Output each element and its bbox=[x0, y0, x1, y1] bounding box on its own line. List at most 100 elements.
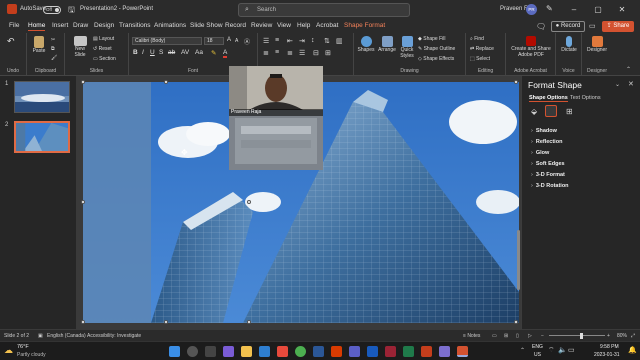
tab-view[interactable]: View bbox=[277, 22, 291, 29]
effects-icon[interactable] bbox=[545, 105, 557, 117]
store-icon[interactable] bbox=[277, 346, 288, 357]
tab-text-options[interactable]: Text Options bbox=[570, 95, 601, 101]
resize-handle[interactable] bbox=[81, 80, 85, 84]
zoom-level[interactable]: 80% bbox=[617, 333, 627, 339]
copy-icon[interactable]: ⧉ bbox=[51, 46, 55, 52]
chat-icon[interactable] bbox=[223, 346, 234, 357]
section-3d-format[interactable]: › 3-D Format bbox=[531, 172, 565, 178]
app-icon[interactable] bbox=[439, 346, 450, 357]
resize-handle[interactable] bbox=[81, 320, 85, 324]
app-icon[interactable] bbox=[331, 346, 342, 357]
clock-date[interactable]: 2023-01-31 bbox=[594, 352, 620, 358]
resize-handle[interactable] bbox=[514, 320, 518, 324]
text-direction-icon[interactable]: ⇅ bbox=[324, 37, 330, 45]
search-taskbar-icon[interactable] bbox=[187, 346, 198, 357]
powerpoint-taskbar-icon[interactable] bbox=[457, 346, 468, 357]
slide-thumbnail-1[interactable] bbox=[14, 81, 70, 113]
zoom-in-icon[interactable]: + bbox=[607, 333, 610, 339]
justify-icon[interactable]: ☰ bbox=[299, 49, 305, 57]
lang-region[interactable]: US bbox=[534, 352, 541, 358]
lang-indicator[interactable]: ENG bbox=[532, 344, 543, 350]
highlight-icon[interactable]: ✎ bbox=[211, 49, 216, 57]
size-properties-icon[interactable]: ⊞ bbox=[566, 107, 573, 116]
record-button[interactable]: ● Record bbox=[551, 21, 585, 32]
reading-view-icon[interactable]: ▯ bbox=[516, 333, 519, 339]
word-icon[interactable] bbox=[367, 346, 378, 357]
collapse-ribbon-icon[interactable]: ⌃ bbox=[626, 66, 631, 73]
shape-effects-button[interactable]: ◇ Shape Effects bbox=[418, 56, 454, 62]
resize-handle[interactable] bbox=[81, 200, 85, 204]
designer-button[interactable]: Designer bbox=[584, 36, 610, 53]
italic-icon[interactable]: I bbox=[142, 49, 144, 56]
zoom-out-icon[interactable]: − bbox=[541, 333, 544, 339]
underline-icon[interactable]: U bbox=[150, 49, 155, 56]
shrink-font-icon[interactable]: A bbox=[235, 38, 238, 44]
arrange-button[interactable]: Arrange bbox=[376, 36, 398, 53]
quick-styles-button[interactable]: Quick Styles bbox=[398, 36, 416, 59]
shadow-text-icon[interactable]: S bbox=[159, 49, 163, 56]
section-shadow[interactable]: › Shadow bbox=[531, 128, 557, 134]
tab-review[interactable]: Review bbox=[251, 22, 272, 29]
tab-slide-show[interactable]: Slide Show bbox=[190, 22, 223, 29]
change-case-icon[interactable]: Aa bbox=[195, 49, 203, 56]
resize-handle[interactable] bbox=[247, 320, 251, 324]
file-explorer-icon[interactable] bbox=[241, 346, 252, 357]
font-name-select[interactable]: Calibri (Body) bbox=[132, 37, 202, 45]
tab-acrobat[interactable]: Acrobat bbox=[316, 22, 338, 29]
undo-icon[interactable]: ↶ bbox=[7, 36, 15, 47]
strikethrough-icon[interactable]: ab bbox=[168, 49, 175, 56]
pane-close-icon[interactable]: ✕ bbox=[628, 80, 634, 88]
tray-chevron-icon[interactable]: ⌃ bbox=[520, 347, 525, 354]
char-spacing-icon[interactable]: AV bbox=[181, 49, 189, 56]
tab-draw[interactable]: Draw bbox=[73, 22, 88, 29]
present-icon[interactable]: ▭ bbox=[589, 22, 596, 30]
increase-indent-icon[interactable]: ⇥ bbox=[299, 37, 305, 45]
slide-sorter-icon[interactable]: ⊞ bbox=[504, 333, 508, 339]
pane-dropdown-icon[interactable]: ⌄ bbox=[615, 81, 620, 88]
grow-font-icon[interactable]: A bbox=[227, 37, 231, 43]
section-soft-edges[interactable]: › Soft Edges bbox=[531, 161, 565, 167]
close-icon[interactable]: ✕ bbox=[614, 3, 630, 17]
vertical-scrollbar[interactable] bbox=[517, 230, 520, 290]
tab-insert[interactable]: Insert bbox=[52, 22, 68, 29]
section-glow[interactable]: › Glow bbox=[531, 150, 549, 156]
slide-thumbnail-2[interactable] bbox=[14, 121, 70, 153]
bullets-icon[interactable]: ☰ bbox=[263, 37, 269, 45]
smartart-icon[interactable]: ⊞ bbox=[325, 49, 331, 57]
line-spacing-icon[interactable]: ↕ bbox=[311, 37, 315, 44]
battery-icon[interactable]: ▭ bbox=[568, 346, 575, 354]
comment-icon[interactable]: 🗨 bbox=[536, 22, 546, 31]
chrome-icon[interactable] bbox=[295, 346, 306, 357]
clear-format-icon[interactable]: Ⓐ bbox=[244, 37, 250, 46]
tab-record[interactable]: Record bbox=[225, 22, 246, 29]
zoom-slider[interactable] bbox=[549, 335, 605, 336]
fill-line-icon[interactable]: ⬙ bbox=[531, 107, 537, 116]
tab-animations[interactable]: Animations bbox=[154, 22, 186, 29]
find-button[interactable]: ⌕ Find bbox=[470, 36, 484, 42]
start-icon[interactable] bbox=[169, 346, 180, 357]
tab-transitions[interactable]: Transitions bbox=[119, 22, 151, 29]
pen-icon[interactable]: ✎ bbox=[546, 4, 553, 13]
section-button[interactable]: ▭ Section bbox=[93, 56, 116, 62]
section-3d-rotation[interactable]: › 3-D Rotation bbox=[531, 183, 569, 189]
resize-handle[interactable] bbox=[247, 200, 251, 204]
dictate-button[interactable]: Dictate bbox=[558, 36, 580, 53]
maximize-icon[interactable]: ▢ bbox=[590, 3, 606, 17]
normal-view-icon[interactable]: ▭ bbox=[492, 333, 497, 339]
tab-design[interactable]: Design bbox=[94, 22, 114, 29]
align-center-icon[interactable]: ≡ bbox=[275, 49, 279, 56]
create-share-pdf-button[interactable]: Create and Share Adobe PDF bbox=[508, 36, 554, 58]
shape-fill-button[interactable]: ◆ Shape Fill bbox=[418, 36, 445, 42]
slideshow-view-icon[interactable]: ▷ bbox=[528, 333, 532, 339]
shapes-button[interactable]: Shapes bbox=[356, 36, 376, 53]
notifications-icon[interactable]: 🔔 bbox=[628, 346, 637, 354]
tab-shape-format[interactable]: Shape Format bbox=[344, 22, 385, 29]
decrease-indent-icon[interactable]: ⇤ bbox=[287, 37, 293, 45]
bold-icon[interactable]: B bbox=[133, 49, 138, 56]
select-button[interactable]: ⬚ Select bbox=[470, 56, 490, 62]
new-slide-button[interactable]: New Slide bbox=[69, 36, 91, 58]
excel-icon[interactable] bbox=[403, 346, 414, 357]
tab-shape-options[interactable]: Shape Options bbox=[529, 95, 568, 102]
align-text-icon[interactable]: ⊟ bbox=[313, 49, 319, 57]
webcam-overlay[interactable] bbox=[229, 66, 323, 170]
